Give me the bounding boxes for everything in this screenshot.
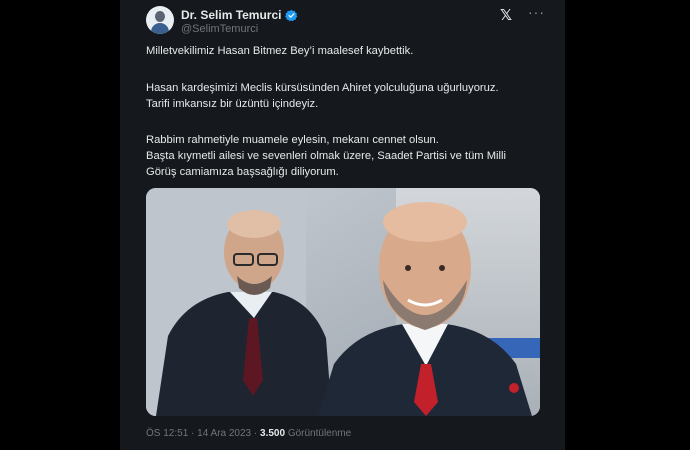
tweet-line: Başta kıymetli ailesi ve sevenleri olmak… [146,150,506,162]
author-row: Dr. Selim Temurci [181,8,298,22]
photo-illustration [146,188,540,416]
tweet-line: Görüş camiamıza başsağlığı diliyorum. [146,166,339,178]
avatar[interactable] [146,6,174,34]
meta-separator: · [191,428,195,439]
tweet-line: Milletvekilimiz Hasan Bitmez Bey’i maale… [146,45,414,57]
tweet-line: Tarifi imkansız bir üzüntü içindeyiz. [146,98,319,110]
views-label: Görüntülenme [287,428,352,439]
tweet-date[interactable]: 14 Ara 2023 [197,428,251,439]
meta-separator: · [253,428,258,439]
x-logo-icon[interactable]: 𝕏 [500,6,512,24]
tweet-meta: ÖS 12:51 · 14 Ara 2023 · 3.500 Görüntüle… [146,428,351,439]
tweet-time[interactable]: ÖS 12:51 [146,428,188,439]
tweet-line: Hasan kardeşimizi Meclis kürsüsünden Ahi… [146,82,499,94]
author-name[interactable]: Dr. Selim Temurci [181,8,281,22]
more-options-icon[interactable]: ··· [528,4,545,20]
tweet-line: Rabbim rahmetiyle muamele eylesin, mekan… [146,134,439,146]
views-count: 3.500 [260,428,286,439]
tweet-photo[interactable] [146,188,540,416]
verified-badge-icon [285,9,298,21]
author-handle[interactable]: @SelimTemurci [181,23,258,35]
